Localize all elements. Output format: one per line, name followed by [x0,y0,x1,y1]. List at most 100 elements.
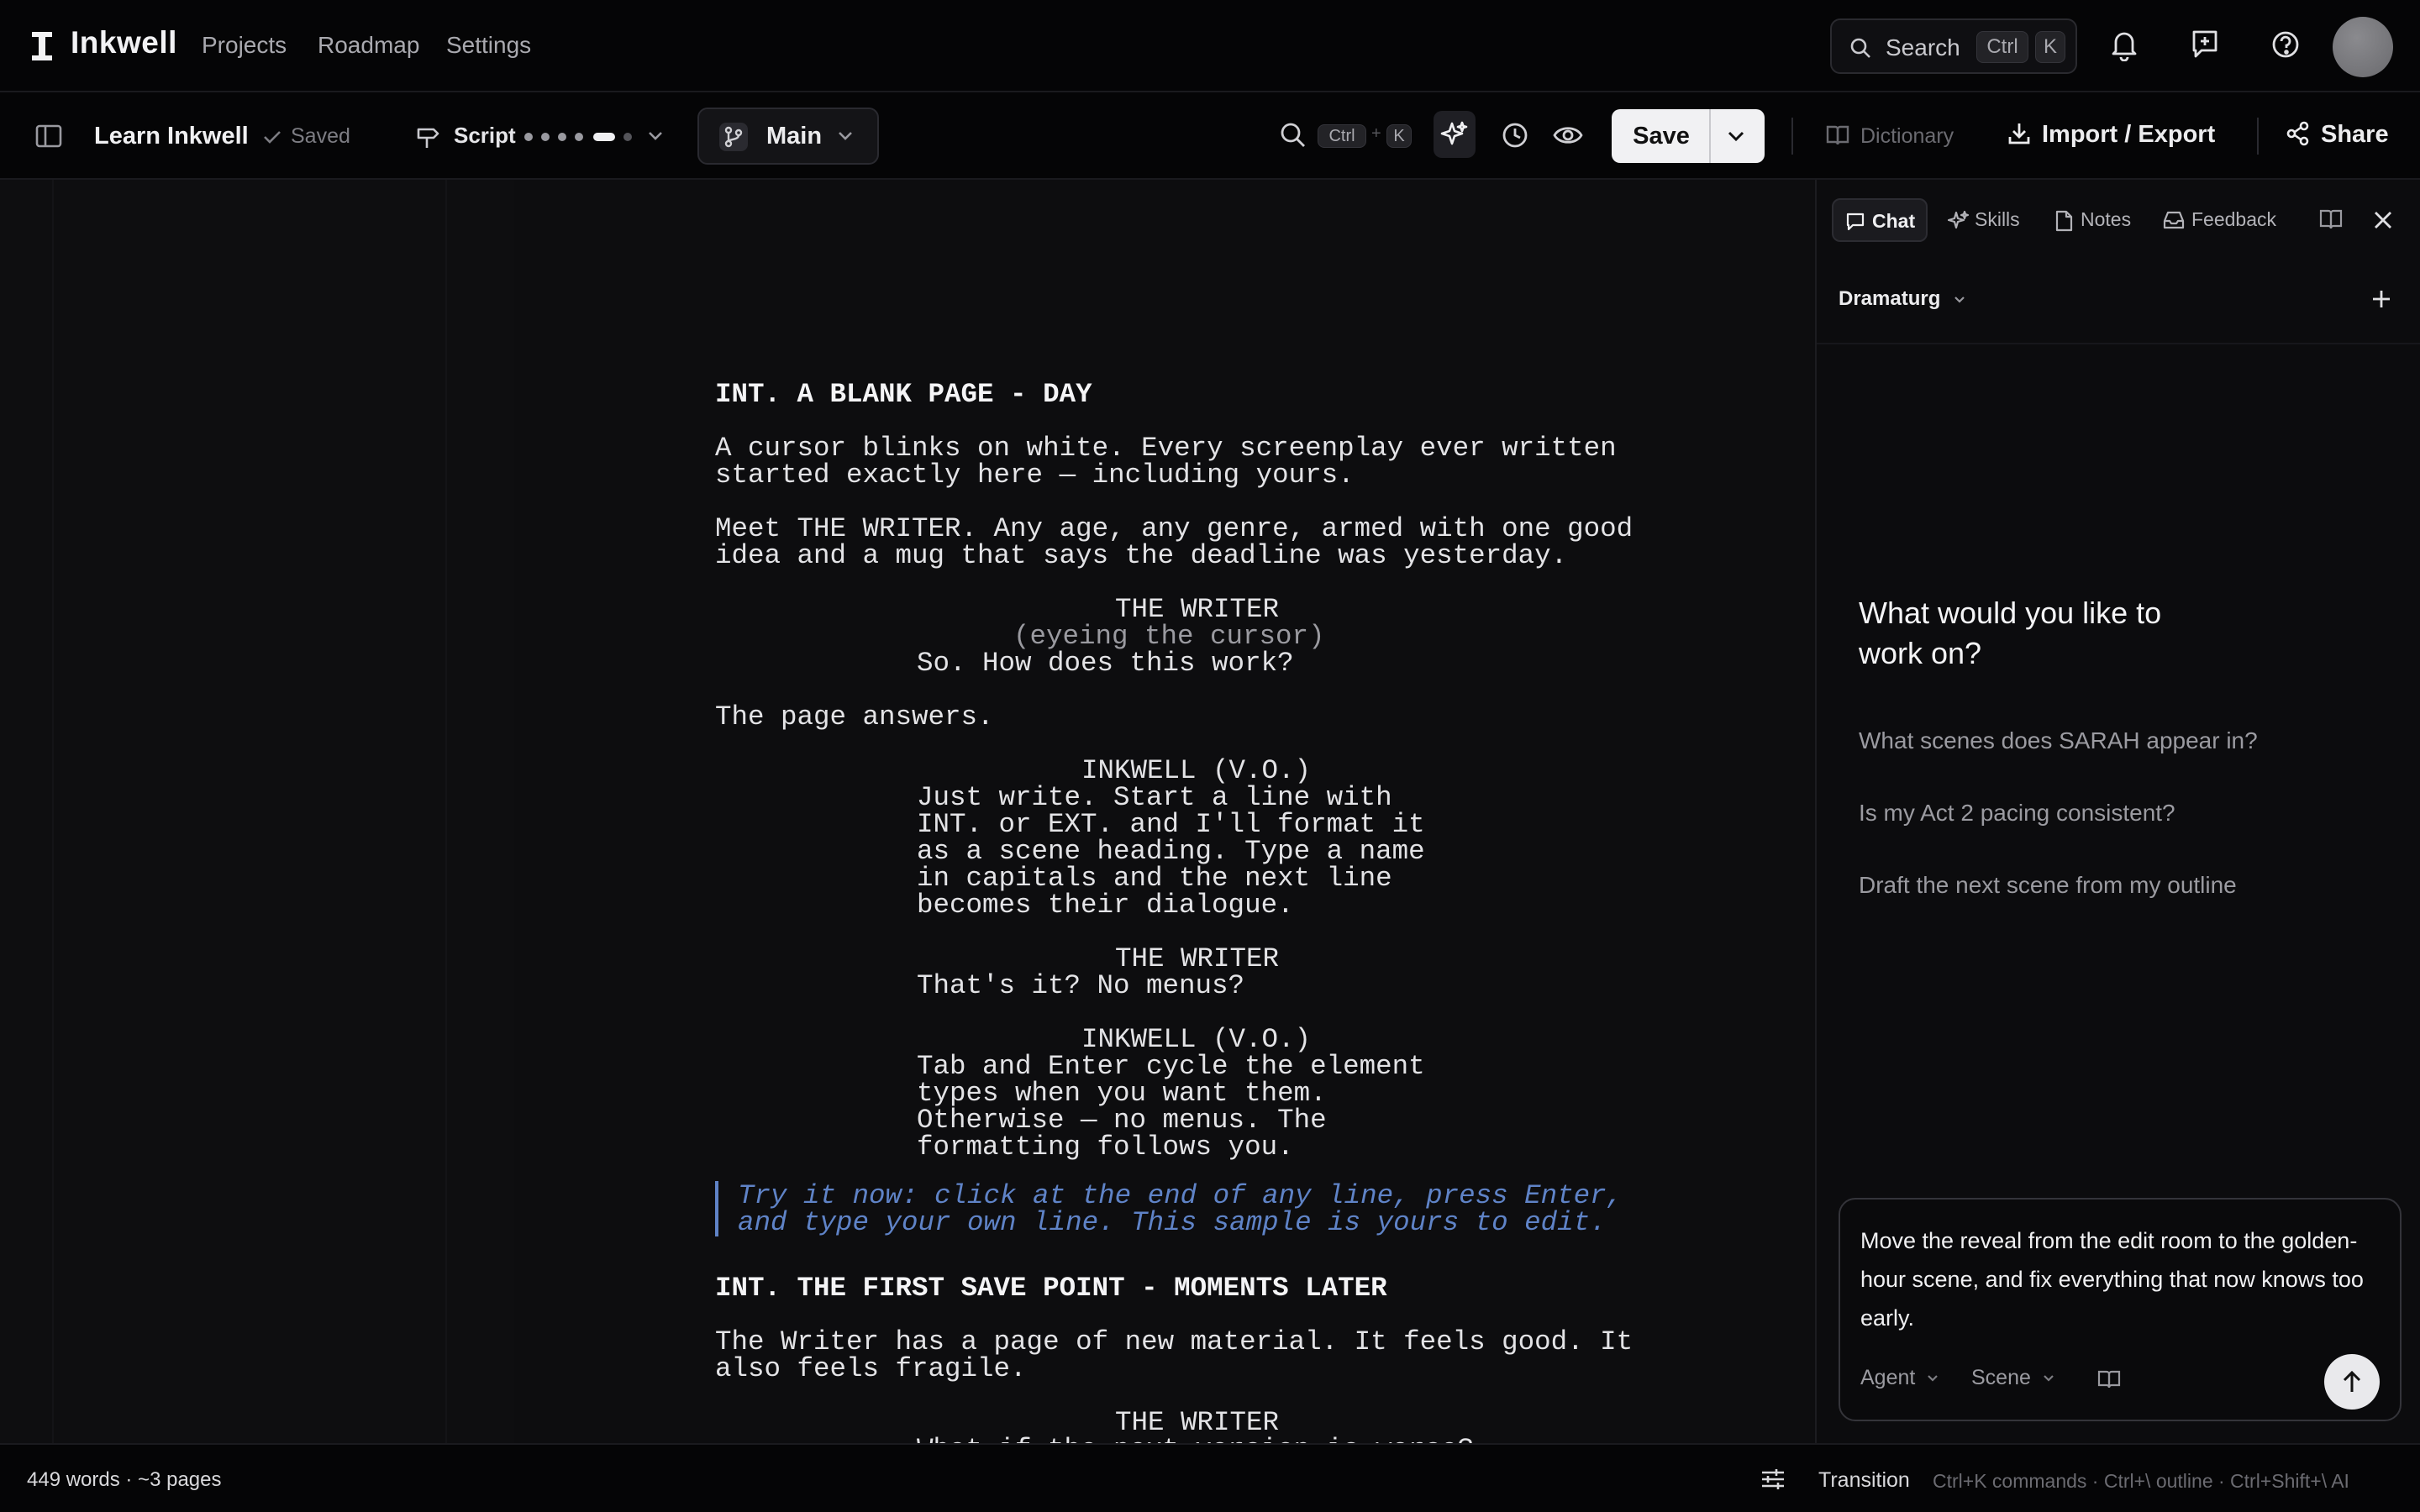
chevron-down-icon[interactable] [647,129,664,143]
chat-composer[interactable]: Move the reveal from the edit room to th… [1839,1198,2402,1421]
save-options-chevron-icon[interactable] [1726,128,1746,144]
scope-selector[interactable]: Scene [1971,1366,2055,1390]
share-label: Share [2321,121,2389,148]
book-icon[interactable] [2319,208,2343,230]
suggestion-prompt[interactable]: What scenes does SARAH appear in? [1859,727,2258,754]
word-count: 449 words · ~3 pages [27,1468,222,1491]
download-icon [2008,123,2030,144]
tab-chat[interactable]: Chat [1832,198,1928,242]
tab-skills[interactable]: Skills [1939,198,2032,242]
chevron-down-icon [1954,296,1965,303]
character-cue[interactable]: THE WRITER [1115,1409,1279,1436]
signpost-icon [417,128,439,148]
character-cue[interactable]: THE WRITER [1115,945,1279,973]
action-line[interactable]: A cursor blinks on white. Every screenpl… [715,434,1617,489]
save-button-group: Save [1612,109,1765,163]
share-button[interactable]: Share [2286,121,2389,149]
find-kbd-plus: + [1371,124,1381,143]
help-icon[interactable] [2270,28,2301,61]
tab-notes[interactable]: Notes [2045,198,2146,242]
suggestion-prompt[interactable]: Draft the next scene from my outline [1859,872,2237,899]
find-kbd-k: K [1386,124,1412,148]
chat-icon [1846,213,1865,231]
bell-icon[interactable] [2109,28,2139,61]
book-icon [1826,126,1849,145]
chat-input[interactable]: Move the reveal from the edit room to th… [1860,1221,2381,1337]
message-plus-icon[interactable] [2190,28,2220,61]
top-bar: Inkwell Projects Roadmap Settings Search… [0,0,2420,92]
search-kbd-k: K [2035,31,2065,63]
assistant-panel: Chat Skills Notes Feedback Dramaturg Wha… [1815,180,2420,1443]
import-export-button[interactable]: Import / Export [2007,121,2215,149]
tab-feedback[interactable]: Feedback [2153,198,2296,242]
dictionary-label: Dictionary [1860,124,1954,148]
sidebar-toggle-icon[interactable] [35,124,62,148]
action-line[interactable]: The Writer has a page of new material. I… [715,1328,1633,1383]
assistant-header: Dramaturg [1817,265,2420,344]
dialogue-line[interactable]: Just write. Start a line with INT. or EX… [917,784,1425,919]
book-icon[interactable] [2097,1369,2121,1389]
welcome-heading: What would you like to work on? [1859,596,2162,670]
notes-icon [2055,210,2073,232]
chevron-down-icon [1928,1375,1939,1382]
suggestion-prompt[interactable]: Is my Act 2 pacing consistent? [1859,800,2175,827]
import-export-label: Import / Export [2042,121,2216,148]
nav-projects[interactable]: Projects [202,32,287,59]
character-cue[interactable]: THE WRITER [1115,596,1279,623]
nav-settings[interactable]: Settings [446,32,531,59]
action-line[interactable]: Meet THE WRITER. Any age, any genre, arm… [715,515,1633,570]
tab-notes-label: Notes [2081,208,2132,230]
check-icon [264,131,281,144]
tutorial-hint[interactable]: Try it now: click at the end of any line… [738,1182,1623,1236]
inbox-icon [2163,211,2185,229]
character-cue[interactable]: INKWELL (V.O.) [1081,757,1311,785]
mode-selector[interactable]: Script [454,123,516,149]
arrow-up-icon [2343,1370,2361,1392]
dictionary-button[interactable]: Dictionary [1825,124,1954,149]
tab-chat-label: Chat [1872,210,1916,232]
character-cue[interactable]: INKWELL (V.O.) [1081,1026,1311,1053]
sliders-icon[interactable] [1760,1467,1786,1492]
document-title[interactable]: Learn Inkwell [94,123,249,150]
dialogue-line[interactable]: That's it? No menus? [917,972,1244,1000]
close-icon[interactable] [2373,210,2393,230]
app-name[interactable]: Inkwell [71,25,177,60]
save-button[interactable]: Save [1612,123,1711,150]
element-type-indicator[interactable]: Transition [1818,1468,1910,1493]
agent-mode-selector[interactable]: Agent [1860,1366,1939,1390]
search-button[interactable]: Search Ctrl K [1830,18,2077,74]
scene-heading[interactable]: INT. THE FIRST SAVE POINT - MOMENTS LATE… [715,1274,1387,1302]
nav-roadmap[interactable]: Roadmap [318,32,419,59]
search-kbd-ctrl: Ctrl [1976,31,2028,63]
ai-assist-button[interactable] [1434,111,1476,158]
user-avatar[interactable] [2333,17,2393,77]
find-kbd-ctrl: Ctrl [1318,124,1366,148]
parenthetical[interactable]: (eyeing the cursor) [1013,622,1325,650]
branch-icon [719,123,748,151]
status-bar: 449 words · ~3 pages Transition Ctrl+K c… [0,1443,2420,1512]
send-button[interactable] [2324,1354,2380,1410]
search-label: Search [1886,34,1960,60]
share-icon [2286,122,2309,146]
plus-icon[interactable] [2370,287,2393,311]
branch-selector[interactable]: Main [697,108,879,165]
assistant-selector[interactable]: Dramaturg [1839,287,1966,311]
chevron-down-icon [839,132,852,140]
dialogue-line[interactable]: What if the next version is worse? [917,1436,1474,1443]
eye-icon[interactable] [1553,123,1583,148]
scene-heading[interactable]: INT. A BLANK PAGE - DAY [715,381,1092,408]
find-icon[interactable] [1279,121,1307,150]
document-toolbar: Learn Inkwell Saved Script Main Ctrl + K… [0,92,2420,180]
sparkle-icon [1440,121,1468,145]
history-icon[interactable] [1501,121,1529,150]
script-editor[interactable]: INT. A BLANK PAGE - DAY A cursor blinks … [0,180,1815,1443]
action-line[interactable]: The page answers. [715,703,994,731]
save-status: Saved [262,124,350,149]
dialogue-line[interactable]: So. How does this work? [917,649,1294,677]
tab-feedback-label: Feedback [2191,208,2277,230]
sparkle-icon [1948,210,1970,229]
chevron-down-icon [2044,1375,2054,1382]
assistant-label: Dramaturg [1839,287,1941,310]
dialogue-line[interactable]: Tab and Enter cycle the element types wh… [917,1053,1425,1161]
tab-skills-label: Skills [1975,208,2020,230]
